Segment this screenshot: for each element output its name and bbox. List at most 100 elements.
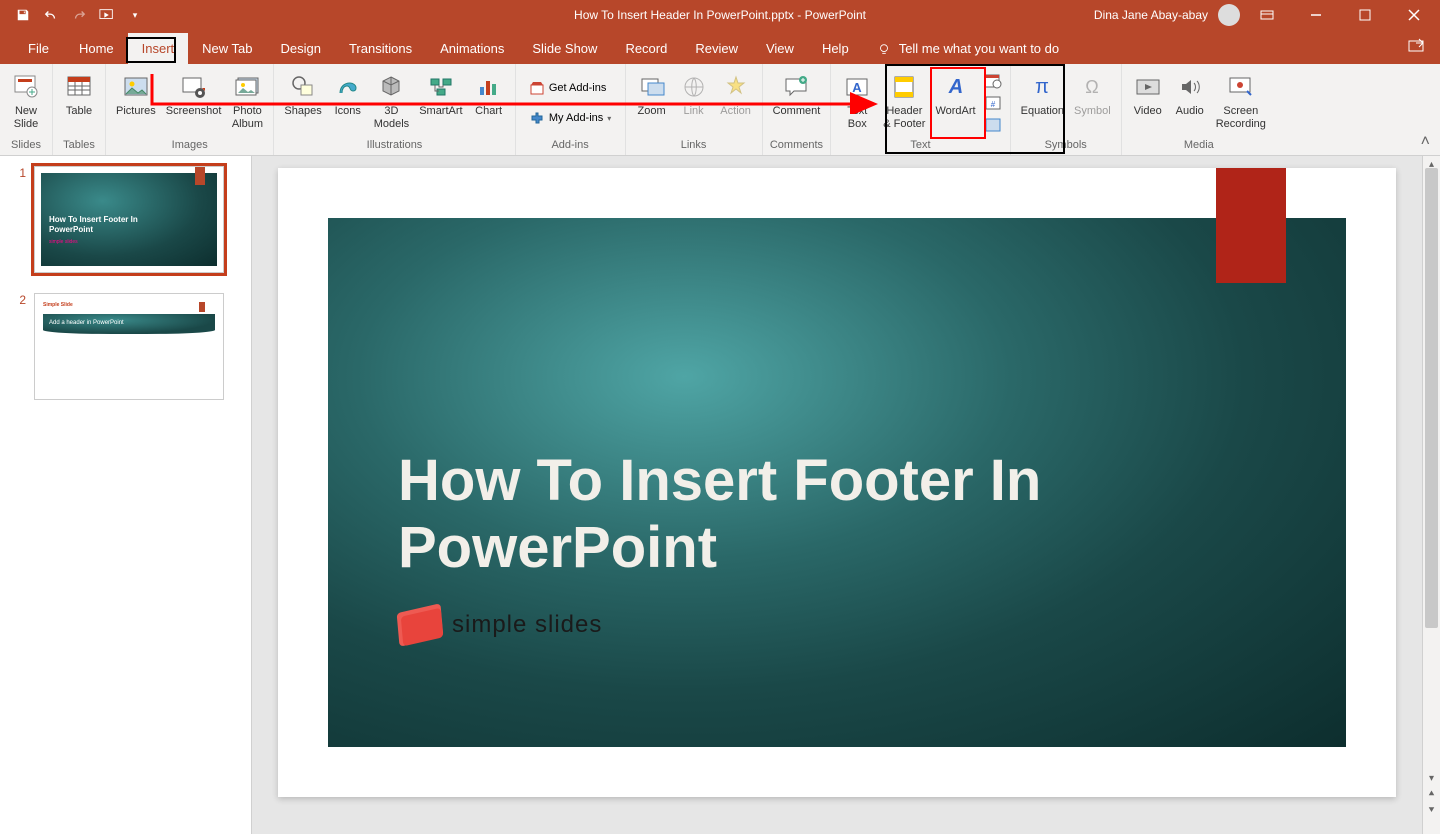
equation-button[interactable]: π Equation <box>1017 67 1068 120</box>
save-button[interactable] <box>10 3 36 27</box>
thumb2-title: Add a header in PowerPoint <box>49 320 124 326</box>
share-button[interactable] <box>1408 38 1426 54</box>
slide-thumbnails-panel[interactable]: 1 How To Insert Footer In PowerPoint sim… <box>0 156 252 834</box>
wordart-label: WordArt <box>935 105 975 118</box>
svg-text:#: # <box>990 100 995 109</box>
group-tables: Table Tables <box>53 64 106 155</box>
photo-album-button[interactable]: Photo Album <box>227 67 267 132</box>
tab-home[interactable]: Home <box>65 33 128 64</box>
thumb-number: 1 <box>12 166 26 273</box>
video-button[interactable]: Video <box>1128 67 1168 120</box>
pictures-button[interactable]: Pictures <box>112 67 160 120</box>
qat-customize-icon[interactable]: ▾ <box>122 3 148 27</box>
collapse-ribbon-button[interactable]: ˄ <box>1421 133 1430 151</box>
tell-me-label: Tell me what you want to do <box>899 41 1059 56</box>
group-illustrations-label: Illustrations <box>367 139 423 153</box>
chart-icon <box>473 71 505 103</box>
logo-shape-icon <box>398 608 442 642</box>
slide-thumbnail-2[interactable]: Simple Slide Add a header in PowerPoint <box>34 293 224 400</box>
menu-bar: File Home Insert New Tab Design Transiti… <box>0 30 1440 64</box>
table-button[interactable]: Table <box>59 67 99 120</box>
3d-models-icon <box>375 71 407 103</box>
addins-icon <box>529 110 545 126</box>
chart-label: Chart <box>475 105 502 118</box>
svg-text:π: π <box>1035 76 1049 98</box>
tab-record[interactable]: Record <box>611 33 681 64</box>
group-addins-label: Add-ins <box>551 139 588 153</box>
audio-button[interactable]: Audio <box>1170 67 1210 120</box>
action-button: Action <box>716 67 756 120</box>
ribbon: New Slide Slides Table Tables Pictures S… <box>0 64 1440 156</box>
close-button[interactable] <box>1391 0 1436 30</box>
tab-newtab[interactable]: New Tab <box>188 33 266 64</box>
comment-button[interactable]: Comment <box>769 67 825 120</box>
text-box-icon: A <box>841 71 873 103</box>
3d-models-button[interactable]: 3D Models <box>370 67 413 132</box>
tab-review[interactable]: Review <box>681 33 752 64</box>
symbol-button: Ω Symbol <box>1070 67 1115 120</box>
text-box-label: Text Box <box>847 105 867 130</box>
title-bar: ▾ How To Insert Header In PowerPoint.ppt… <box>0 0 1440 30</box>
chart-button[interactable]: Chart <box>469 67 509 120</box>
tab-file[interactable]: File <box>12 33 65 64</box>
my-addins-button[interactable]: My Add-ins ▾ <box>523 107 617 129</box>
date-time-button[interactable] <box>982 71 1004 91</box>
link-button: Link <box>674 67 714 120</box>
group-illustrations: Shapes Icons 3D Models SmartArt Chart Il… <box>274 64 515 155</box>
redo-button[interactable] <box>66 3 92 27</box>
undo-button[interactable] <box>38 3 64 27</box>
object-button[interactable] <box>982 115 1004 135</box>
group-slides: New Slide Slides <box>0 64 53 155</box>
prev-slide-button[interactable]: ⯅ <box>1423 786 1440 802</box>
maximize-button[interactable] <box>1342 0 1387 30</box>
wordart-button[interactable]: A WordArt <box>931 67 979 120</box>
header-footer-label: Header & Footer <box>883 105 925 130</box>
slide-thumbnail-1[interactable]: How To Insert Footer In PowerPoint simpl… <box>34 166 224 273</box>
group-symbols-label: Symbols <box>1045 139 1087 153</box>
screenshot-button[interactable]: Screenshot <box>162 67 226 120</box>
screen-recording-button[interactable]: Screen Recording <box>1212 67 1270 132</box>
zoom-button[interactable]: Zoom <box>632 67 672 120</box>
ribbon-display-button[interactable] <box>1244 0 1289 30</box>
tab-animations[interactable]: Animations <box>426 33 518 64</box>
tell-me-search[interactable]: Tell me what you want to do <box>863 33 1073 64</box>
user-name: Dina Jane Abay-abay <box>1094 8 1208 22</box>
icons-button[interactable]: Icons <box>328 67 368 120</box>
scroll-thumb[interactable] <box>1425 168 1438 628</box>
store-icon <box>529 80 545 96</box>
tab-transitions[interactable]: Transitions <box>335 33 426 64</box>
text-box-button[interactable]: A Text Box <box>837 67 877 132</box>
tab-insert[interactable]: Insert <box>128 33 189 64</box>
new-slide-button[interactable]: New Slide <box>6 67 46 132</box>
vertical-scrollbar[interactable]: ▴ ▾ ⯅ ⯆ <box>1422 156 1440 834</box>
slide-canvas[interactable]: How To Insert Footer In PowerPoint simpl… <box>278 168 1396 797</box>
header-footer-button[interactable]: Header & Footer <box>879 67 929 132</box>
start-from-beginning-button[interactable] <box>94 3 120 27</box>
pictures-icon <box>120 71 152 103</box>
equation-icon: π <box>1026 71 1058 103</box>
get-addins-button[interactable]: Get Add-ins <box>523 77 617 99</box>
audio-label: Audio <box>1176 105 1204 118</box>
lightbulb-icon <box>877 42 891 56</box>
tab-slideshow[interactable]: Slide Show <box>518 33 611 64</box>
tab-view[interactable]: View <box>752 33 808 64</box>
group-links: Zoom Link Action Links <box>626 64 763 155</box>
minimize-button[interactable] <box>1293 0 1338 30</box>
scroll-down-button[interactable]: ▾ <box>1423 770 1440 786</box>
user-avatar[interactable] <box>1218 4 1240 26</box>
svg-text:Ω: Ω <box>1086 77 1099 97</box>
chevron-down-icon: ▾ <box>607 114 611 123</box>
screen-recording-icon <box>1225 71 1257 103</box>
equation-label: Equation <box>1021 105 1064 118</box>
group-text-label: Text <box>910 139 930 153</box>
slide-editor[interactable]: How To Insert Footer In PowerPoint simpl… <box>252 156 1422 834</box>
group-media: Video Audio Screen Recording Media <box>1122 64 1276 155</box>
slide-ribbon-accent <box>1216 168 1286 283</box>
next-slide-button[interactable]: ⯆ <box>1423 802 1440 818</box>
tab-help[interactable]: Help <box>808 33 863 64</box>
tab-design[interactable]: Design <box>267 33 335 64</box>
slide-title-text[interactable]: How To Insert Footer In PowerPoint <box>398 448 1041 581</box>
shapes-button[interactable]: Shapes <box>280 67 325 120</box>
slide-number-button[interactable]: # <box>982 93 1004 113</box>
smartart-button[interactable]: SmartArt <box>415 67 466 120</box>
